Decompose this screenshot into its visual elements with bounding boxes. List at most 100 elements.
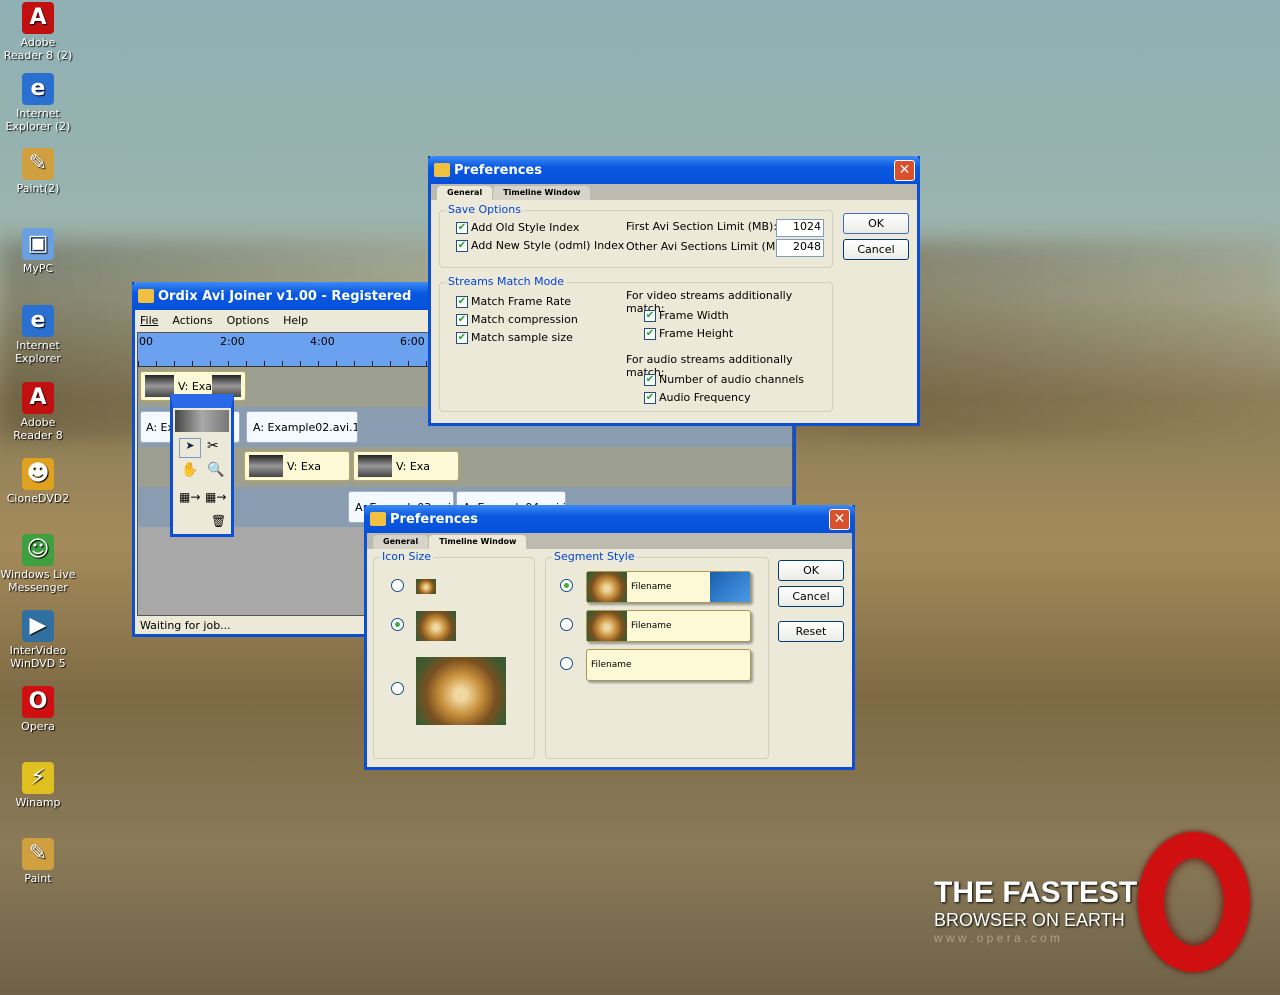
paint-icon: ✎ bbox=[22, 838, 54, 870]
cancel-button[interactable]: Cancel bbox=[843, 239, 909, 260]
desktop-icon[interactable]: ✎ Paint bbox=[0, 838, 76, 885]
desktop-icon[interactable]: ▣ MyPC bbox=[0, 228, 76, 275]
segment-style-3-preview: Filename bbox=[586, 649, 751, 681]
tab-timeline-window[interactable]: Timeline Window bbox=[429, 535, 527, 549]
desktop-icon[interactable]: A Adobe Reader 8 bbox=[0, 382, 76, 442]
zoom-tool-icon[interactable]: 🔍 bbox=[207, 462, 224, 478]
match-frame-rate-checkbox[interactable]: ✔ Match Frame Rate bbox=[456, 295, 571, 308]
ie-icon: e bbox=[22, 73, 54, 105]
title-bar[interactable]: Preferences bbox=[428, 156, 920, 184]
ok-button[interactable]: OK bbox=[843, 213, 909, 234]
audio-clip[interactable]: A: Example02.avi.1 bbox=[246, 411, 358, 443]
menu-file[interactable]: File bbox=[140, 314, 158, 327]
lion-thumbnail-small bbox=[416, 579, 436, 594]
tool-palette: ➤ ✂ ✋ 🔍 ▦→ ▦→ 🗑 bbox=[170, 394, 234, 537]
messenger-icon: ☺ bbox=[22, 534, 54, 566]
menu-actions[interactable]: Actions bbox=[172, 314, 212, 327]
desktop-icon[interactable]: ✎ Paint(2) bbox=[0, 148, 76, 195]
tab-timeline-window[interactable]: Timeline Window bbox=[493, 186, 591, 200]
desktop-icon[interactable]: O Opera bbox=[0, 686, 76, 733]
desktop-icon-label: Internet Explorer (2) bbox=[5, 107, 71, 133]
segment-style-2-preview: Filename bbox=[586, 610, 751, 642]
hand-tool-icon[interactable]: ✋ bbox=[181, 462, 198, 478]
window-title: Ordix Avi Joiner v1.00 - Registered bbox=[158, 288, 412, 304]
desktop-icon[interactable]: ▶ InterVideo WinDVD 5 bbox=[0, 610, 76, 670]
desktop-icon-label: InterVideo WinDVD 5 bbox=[9, 644, 67, 670]
first-limit-input[interactable]: 1024 bbox=[776, 219, 824, 237]
desktop-icon-label: Windows Live Messenger bbox=[0, 568, 76, 594]
pdf-icon: A bbox=[22, 2, 54, 34]
desktop-icon-label: CloneDVD2 bbox=[6, 492, 70, 505]
ad-headline: THE FASTEST bbox=[934, 876, 1138, 909]
video-clip[interactable]: V: Exa bbox=[353, 451, 459, 481]
menu-options[interactable]: Options bbox=[227, 314, 269, 327]
ruler-tick-label: 6:00 bbox=[400, 335, 425, 348]
desktop-icon[interactable]: e Internet Explorer (2) bbox=[0, 73, 76, 133]
reset-button[interactable]: Reset bbox=[778, 621, 844, 642]
cut-tool-icon[interactable]: ✂ bbox=[207, 438, 219, 454]
palette-preview bbox=[175, 410, 229, 432]
video-clip[interactable]: V: Exa bbox=[244, 451, 350, 481]
desktop-icon[interactable]: ☻ CloneDVD2 bbox=[0, 458, 76, 505]
segment-style-2-radio[interactable] bbox=[560, 618, 573, 631]
video-join-icon[interactable]: ▦→ bbox=[179, 490, 200, 504]
other-limit-input[interactable]: 2048 bbox=[776, 239, 824, 257]
desktop-icon-label: MyPC bbox=[22, 262, 54, 275]
save-options-group: Save Options ✔ Add Old Style Index ✔ Add N… bbox=[439, 203, 833, 268]
preferences-timeline-dialog: Preferences ✕ General Timeline Window Ico… bbox=[364, 505, 855, 770]
tab-general[interactable]: General bbox=[373, 535, 429, 549]
paint-icon: ✎ bbox=[22, 148, 54, 180]
app-icon bbox=[370, 512, 386, 526]
desktop-icon-label: Adobe Reader 8 bbox=[13, 416, 63, 442]
pointer-tool-icon[interactable]: ➤ bbox=[179, 438, 201, 458]
segment-style-group: Segment Style Filename Filename Filename bbox=[545, 550, 769, 759]
ruler-tick-label: 00 bbox=[139, 335, 153, 348]
match-compression-checkbox[interactable]: ✔ Match compression bbox=[456, 313, 578, 326]
desktop-icon-label: Paint(2) bbox=[16, 182, 60, 195]
icon-size-large-radio[interactable] bbox=[391, 682, 404, 695]
desktop-icon[interactable]: e Internet Explorer bbox=[0, 305, 76, 365]
ie-icon: e bbox=[22, 305, 54, 337]
icon-size-group: Icon Size bbox=[373, 550, 535, 759]
ok-button[interactable]: OK bbox=[778, 560, 844, 581]
audio-frequency-checkbox[interactable]: ✔ Audio Frequency bbox=[644, 391, 751, 404]
title-bar[interactable]: Preferences bbox=[364, 505, 855, 533]
frame-height-checkbox[interactable]: ✔ Frame Height bbox=[644, 327, 733, 340]
winamp-icon: ⚡ bbox=[22, 762, 54, 794]
ad-subline: BROWSER ON EARTH bbox=[934, 910, 1125, 930]
opera-ad: THE FASTEST BROWSER ON EARTH w w w . o p… bbox=[934, 876, 1137, 945]
ad-url: w w w . o p e r a . c o m bbox=[934, 931, 1061, 945]
frame-width-checkbox[interactable]: ✔ Frame Width bbox=[644, 309, 729, 322]
segment-style-1-preview: Filename bbox=[586, 571, 751, 603]
lion-thumbnail-large bbox=[416, 657, 506, 725]
desktop-icon[interactable]: ⚡ Winamp bbox=[0, 762, 76, 809]
windvd-icon: ▶ bbox=[22, 610, 54, 642]
tab-general[interactable]: General bbox=[437, 186, 493, 200]
streams-match-group: Streams Match Mode ✔ Match Frame Rate ✔ Ma… bbox=[439, 275, 833, 412]
opera-logo-icon bbox=[1138, 832, 1250, 972]
icon-size-small-radio[interactable] bbox=[391, 579, 404, 592]
segment-style-1-radio[interactable] bbox=[560, 579, 573, 592]
desktop-icon[interactable]: A Adobe Reader 8 (2) bbox=[0, 2, 76, 62]
dialog-title: Preferences bbox=[454, 162, 542, 178]
trash-icon[interactable]: 🗑 bbox=[211, 514, 226, 528]
icon-size-medium-radio[interactable] bbox=[391, 618, 404, 631]
app-icon bbox=[138, 289, 154, 303]
match-sample-size-checkbox[interactable]: ✔ Match sample size bbox=[456, 331, 573, 344]
audio-channels-checkbox[interactable]: ✔ Number of audio channels bbox=[644, 373, 804, 386]
other-limit-label: Other Avi Sections Limit (MB): bbox=[626, 240, 791, 253]
add-new-style-index-checkbox[interactable]: ✔ Add New Style (odml) Index bbox=[456, 239, 624, 252]
ruler-tick-label: 2:00 bbox=[220, 335, 245, 348]
preferences-general-dialog: Preferences ✕ General Timeline Window Sav… bbox=[428, 156, 920, 426]
menu-help[interactable]: Help bbox=[283, 314, 308, 327]
close-button[interactable]: ✕ bbox=[894, 160, 915, 181]
add-old-style-index-checkbox[interactable]: ✔ Add Old Style Index bbox=[456, 221, 579, 234]
desktop-icon-label: Internet Explorer bbox=[15, 339, 61, 365]
segment-style-3-radio[interactable] bbox=[560, 657, 573, 670]
desktop-icon[interactable]: ☺ Windows Live Messenger bbox=[0, 534, 76, 594]
ruler-tick-label: 4:00 bbox=[310, 335, 335, 348]
close-button[interactable]: ✕ bbox=[829, 509, 850, 530]
audio-join-icon[interactable]: ▦→ bbox=[205, 490, 226, 504]
cancel-button[interactable]: Cancel bbox=[778, 586, 844, 607]
desktop-icon-label: Adobe Reader 8 (2) bbox=[3, 36, 73, 62]
